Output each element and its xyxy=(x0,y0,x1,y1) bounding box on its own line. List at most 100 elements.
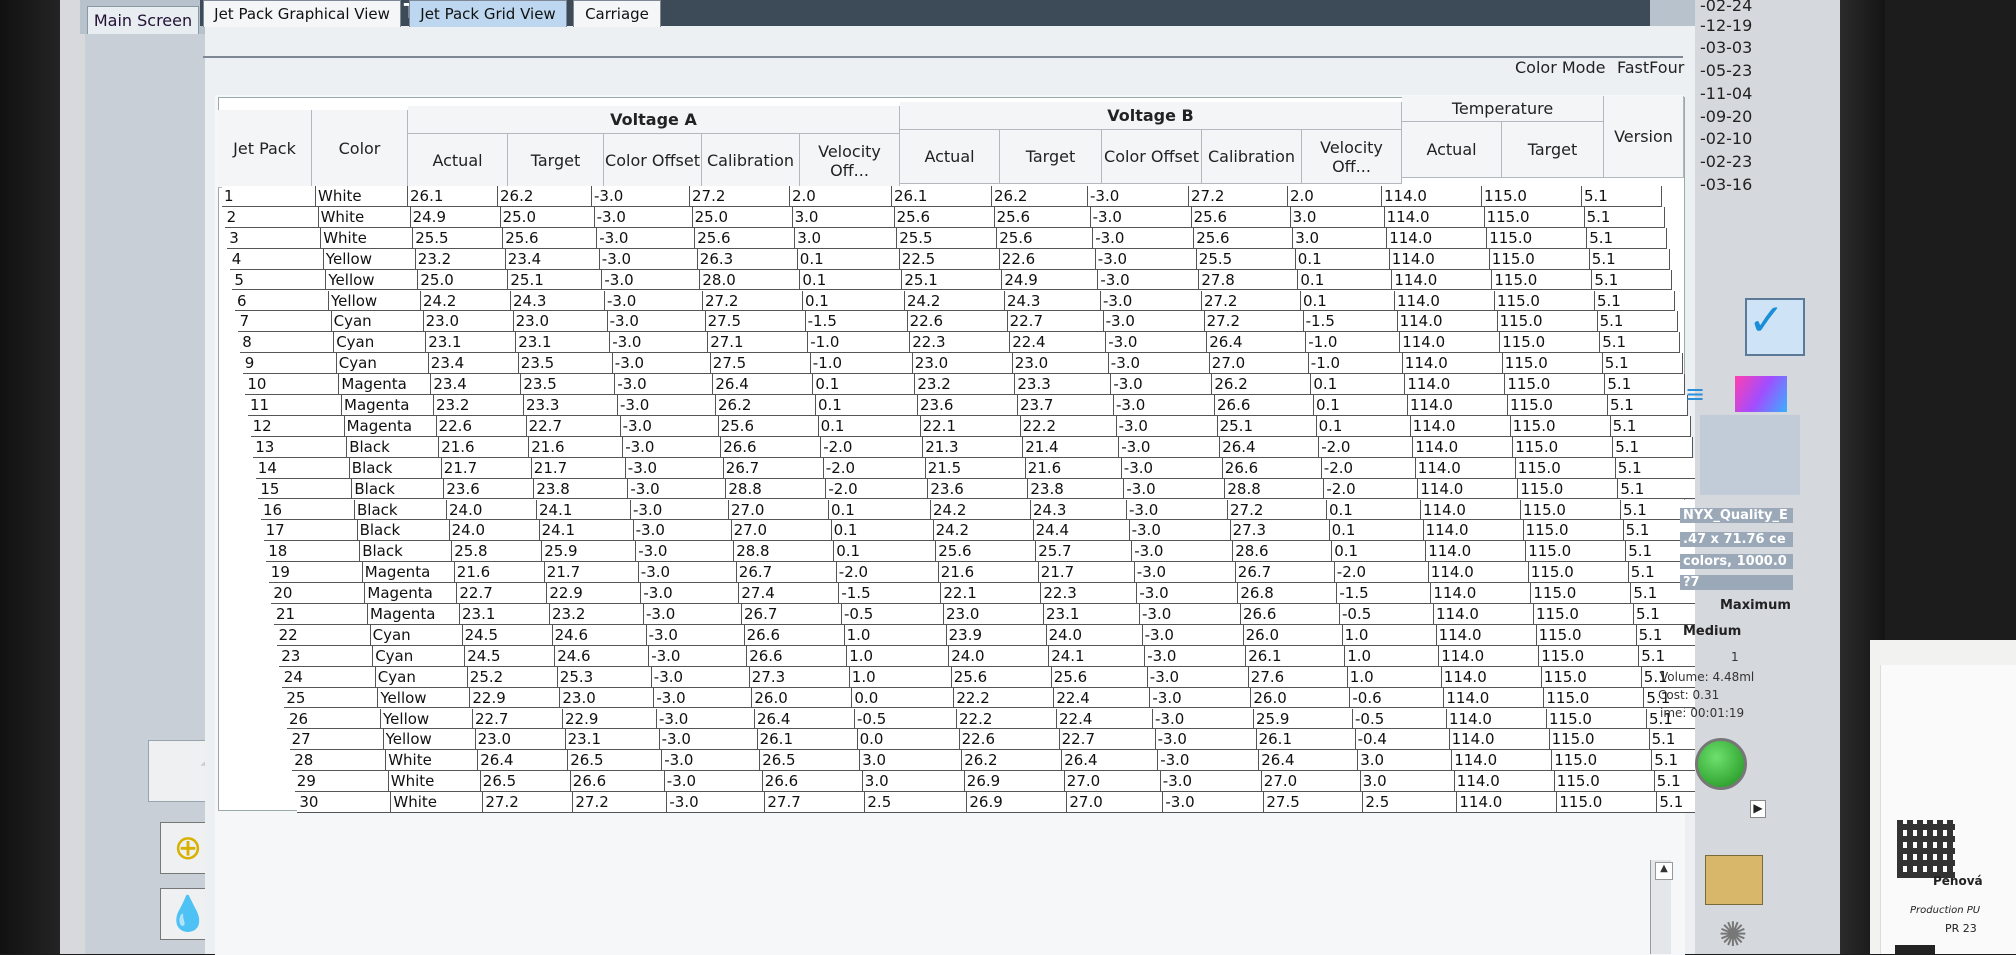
table-cell: -3.0 xyxy=(1088,186,1189,207)
table-row[interactable]: 18 Black 25.8 25.9 -3.0 28.8 0.1 25.6 25.7 -3.0 28… xyxy=(266,541,1726,563)
header-vb-calibration[interactable]: Calibration xyxy=(1202,130,1302,184)
table-row[interactable]: 20 Magenta 22.7 22.9 -3.0 27.4 -1.5 22.1 22.3 -3.… xyxy=(271,583,1731,604)
settings-icon[interactable]: ✺ xyxy=(1705,915,1761,955)
table-row[interactable]: 5 Yellow 25.0 25.1 -3.0 28.0 0.1 25.1 24.9 -3.0 27… xyxy=(232,269,1692,291)
scroll-up-button[interactable]: ▲ xyxy=(1655,862,1673,880)
header-vb-color-offset[interactable]: Color Offset xyxy=(1102,130,1202,184)
table-row[interactable]: 6 Yellow 24.2 24.3 -3.0 27.2 0.1 24.2 24.3 -3.0 27… xyxy=(235,290,1695,312)
table-row[interactable]: 30 White 27.2 27.2 -3.0 27.7 2.5 26.9 27.0 -3.0 27… xyxy=(297,792,1757,813)
header-vb-velocity-offset[interactable]: Velocity Off... xyxy=(1302,130,1402,184)
table-cell: 22.4 xyxy=(1057,708,1153,730)
table-row[interactable]: 29 White 26.5 26.6 -3.0 26.6 3.0 26.9 27.0 -3.0 27… xyxy=(294,771,1755,793)
table-cell: 15 xyxy=(258,478,353,500)
table-cell: 24.6 xyxy=(555,645,650,667)
table-row[interactable]: 25 Yellow 22.9 23.0 -3.0 26.0 0.0 22.2 22.4 -3.0 2… xyxy=(284,687,1744,709)
table-cell: 23.4 xyxy=(428,353,519,375)
table-cell: 26.2 xyxy=(992,186,1088,207)
table-cell: 11 xyxy=(248,395,342,416)
header-va-velocity-offset[interactable]: Velocity Off... xyxy=(800,134,900,188)
header-jet-pack[interactable]: Jet Pack xyxy=(218,110,312,188)
header-version[interactable]: Version xyxy=(1604,96,1684,178)
table-row[interactable]: 1 White 26.1 26.2 -3.0 27.2 2.0 26.1 26.2 -3.0 27.… xyxy=(222,186,1682,207)
table-cell: 114.0 xyxy=(1400,332,1501,354)
table-cell: -2.0 xyxy=(826,478,929,500)
table-cell: 1.0 xyxy=(1347,666,1442,688)
table-row[interactable]: 13 Black 21.6 21.6 -3.0 26.6 -2.0 21.3 21.4 -3.0 2… xyxy=(253,436,1713,458)
table-cell: Yellow xyxy=(381,708,473,730)
header-va-calibration[interactable]: Calibration xyxy=(702,134,800,188)
table-cell: -3.0 xyxy=(633,520,732,542)
tab-graphical-view[interactable]: Jet Pack Graphical View xyxy=(203,0,401,27)
table-row[interactable]: 27 Yellow 23.0 23.1 -3.0 26.1 0.0 22.6 22.7 -3.0 2… xyxy=(289,729,1750,751)
header-va-target[interactable]: Target xyxy=(508,134,604,188)
table-cell: -1.5 xyxy=(839,583,942,604)
table-row[interactable]: 24 Cyan 25.2 25.3 -3.0 27.3 1.0 25.6 25.6 -3.0 27.… xyxy=(281,666,1742,688)
table-cell: 3 xyxy=(227,227,322,249)
header-vb-target[interactable]: Target xyxy=(1000,130,1102,184)
date-item: -03-16 xyxy=(1700,175,1753,194)
table-cell: Black xyxy=(352,478,445,500)
table-cell: -0.4 xyxy=(1355,729,1450,751)
table-cell: -1.0 xyxy=(1308,353,1403,375)
header-color[interactable]: Color xyxy=(312,110,408,188)
table-row[interactable]: 4 Yellow 23.2 23.4 -3.0 26.3 0.1 22.5 22.6 -3.0 25… xyxy=(229,248,1690,270)
preview-area xyxy=(1700,415,1800,495)
table-row[interactable]: 12 Magenta 22.6 22.7 -3.0 25.6 0.1 22.1 22.2 -3.0… xyxy=(250,415,1711,437)
color-mode-value: FastFour xyxy=(1617,58,1685,77)
table-cell: 24.9 xyxy=(410,206,501,228)
table-row[interactable]: 21 Magenta 23.1 23.2 -3.0 26.7 -0.5 23.0 23.1 -3.… xyxy=(274,604,1734,625)
header-va-color-offset[interactable]: Color Offset xyxy=(604,134,702,188)
tab-grid-view[interactable]: Jet Pack Grid View xyxy=(409,0,567,27)
table-cell: 0.1 xyxy=(1314,395,1408,416)
color-mode-label: Color Mode xyxy=(1515,58,1606,77)
table-row[interactable]: 10 Magenta 23.4 23.5 -3.0 26.4 0.1 23.2 23.3 -3.0… xyxy=(245,374,1705,395)
table-cell: Cyan xyxy=(334,332,427,354)
table-cell: 22.7 xyxy=(457,583,548,604)
date-item: -02-24 xyxy=(1700,0,1753,15)
table-cell: 3.0 xyxy=(1360,771,1455,793)
table-cell: Yellow xyxy=(329,290,421,312)
table-row[interactable]: 15 Black 23.6 23.8 -3.0 28.8 -2.0 23.6 23.8 -3.0 2… xyxy=(258,478,1718,500)
table-cell: 26.5 xyxy=(568,750,663,772)
table-row[interactable]: 19 Magenta 21.6 21.7 -3.0 26.7 -2.0 21.6 21.7 -3.… xyxy=(268,562,1729,584)
table-cell: -3.0 xyxy=(651,666,750,688)
table-cell: 2.5 xyxy=(865,792,968,813)
table-row[interactable]: 17 Black 24.0 24.1 -3.0 27.0 0.1 24.2 24.4 -3.0 27… xyxy=(263,520,1724,542)
table-row[interactable]: 8 Cyan 23.1 23.1 -3.0 27.1 -1.0 22.3 22.4 -3.0 26.… xyxy=(240,332,1700,354)
tab-carriage[interactable]: Carriage xyxy=(573,0,661,27)
folder-icon[interactable] xyxy=(1705,855,1763,905)
table-cell: 23.6 xyxy=(444,478,535,500)
table-cell: -3.0 xyxy=(615,374,714,395)
table-cell: 115.0 xyxy=(1536,624,1637,646)
table-row[interactable]: 16 Black 24.0 24.1 -3.0 27.0 0.1 24.2 24.3 -3.0 27… xyxy=(261,499,1721,521)
main-screen-tab[interactable]: Main Screen xyxy=(87,6,199,35)
header-temp-actual[interactable]: Actual xyxy=(1402,122,1502,178)
table-cell: 26.7 xyxy=(723,457,824,479)
table-cell: 9 xyxy=(242,353,337,375)
table-cell: -3.0 xyxy=(1108,353,1210,375)
next-arrow-button[interactable]: ▶ xyxy=(1750,800,1766,818)
table-row[interactable]: 22 Cyan 24.5 24.6 -3.0 26.6 1.0 23.9 24.0 -3.0 26.… xyxy=(276,624,1737,646)
table-row[interactable]: 11 Magenta 23.2 23.3 -3.0 26.2 0.1 23.6 23.7 -3.0… xyxy=(248,395,1708,416)
header-vb-actual[interactable]: Actual xyxy=(900,130,1000,184)
table-cell: 23.2 xyxy=(915,374,1016,395)
table-row[interactable]: 28 White 26.4 26.5 -3.0 26.5 3.0 26.2 26.4 -3.0 26… xyxy=(292,750,1752,772)
table-row[interactable]: 2 White 24.9 25.0 -3.0 25.0 3.0 25.6 25.6 -3.0 25.… xyxy=(224,206,1685,228)
table-cell: 25.5 xyxy=(413,227,504,249)
table-row[interactable]: 9 Cyan 23.4 23.5 -3.0 27.5 -1.0 23.0 23.0 -3.0 27.… xyxy=(242,353,1703,375)
table-row[interactable]: 3 White 25.5 25.6 -3.0 25.6 3.0 25.5 25.6 -3.0 25.… xyxy=(227,227,1687,249)
table-cell: 114.0 xyxy=(1444,687,1545,709)
table-row[interactable]: 23 Cyan 24.5 24.6 -3.0 26.6 1.0 24.0 24.1 -3.0 26.… xyxy=(279,645,1739,667)
table-row[interactable]: 7 Cyan 23.0 23.0 -3.0 27.5 -1.5 22.6 22.7 -3.0 27.… xyxy=(237,311,1698,333)
table-cell: Magenta xyxy=(362,562,455,584)
header-va-actual[interactable]: Actual xyxy=(408,134,508,188)
table-cell: -3.0 xyxy=(667,792,766,813)
table-row[interactable]: 26 Yellow 22.7 22.9 -3.0 26.4 -0.5 22.2 22.4 -3.0… xyxy=(287,708,1747,730)
header-temp-target[interactable]: Target xyxy=(1502,122,1604,178)
table-row[interactable]: 14 Black 21.7 21.7 -3.0 26.7 -2.0 21.5 21.6 -3.0 2… xyxy=(255,457,1716,479)
table-cell: 114.0 xyxy=(1434,604,1534,625)
table-cell: 5.1 xyxy=(1615,457,1696,479)
table-cell: 14 xyxy=(255,457,350,479)
start-button[interactable] xyxy=(1695,738,1747,790)
table-cell: 23.2 xyxy=(434,395,524,416)
